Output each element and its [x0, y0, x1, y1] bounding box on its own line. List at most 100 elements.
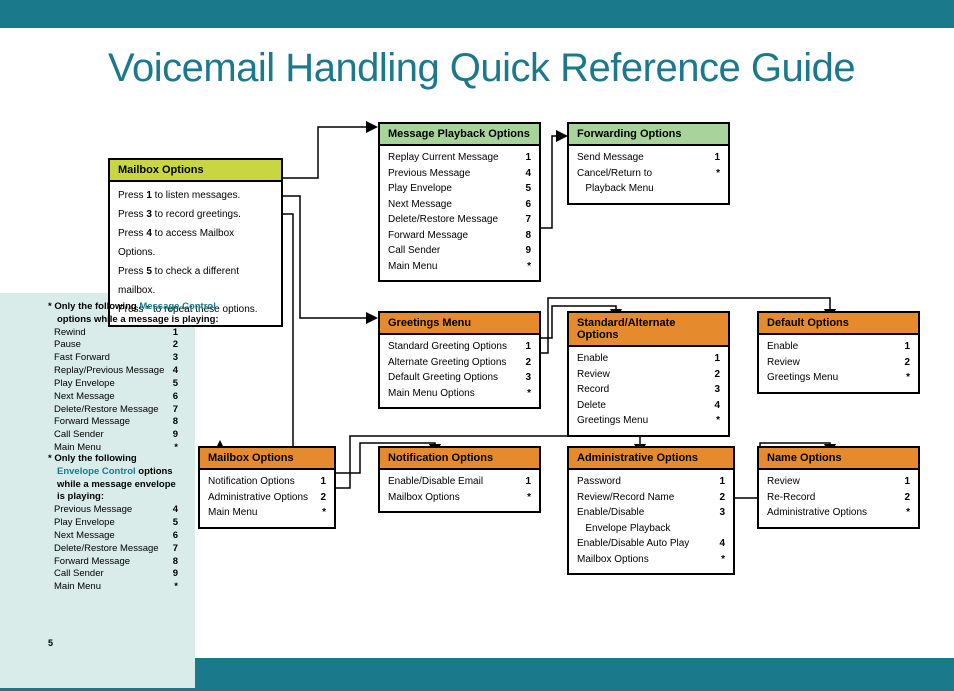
box-header: Greetings Menu [380, 313, 539, 335]
sidebar-subheading: Envelope Control options [48, 466, 178, 479]
box-header: Mailbox Options [200, 448, 334, 470]
option-label: Default Greeting Options [388, 370, 498, 386]
option-label: Pause [54, 339, 81, 352]
option-label: Notification Options [208, 474, 295, 490]
sidebar-list: Rewind1Pause2Fast Forward3Replay/Previou… [48, 327, 219, 455]
option-key: 7 [519, 212, 531, 228]
option-row: Forward Message8 [48, 416, 178, 429]
option-row: Send Message 1 [577, 150, 720, 166]
option-key: 1 [314, 474, 326, 490]
option-key: 8 [173, 556, 178, 569]
option-label: Main Menu Options [388, 386, 475, 402]
box-body: Review1Re-Record2Administrative Options* [759, 470, 918, 527]
option-key: 2 [898, 490, 910, 506]
option-row: Greetings Menu* [577, 413, 720, 429]
option-key: 5 [173, 517, 178, 530]
option-row: Record3 [577, 382, 720, 398]
option-key: 1 [519, 150, 531, 166]
option-row: Delete/Restore Message7 [48, 543, 178, 556]
option-key: * [715, 552, 725, 568]
option-row: Greetings Menu* [767, 370, 910, 386]
box-body: Enable/Disable Email1Mailbox Options* [380, 470, 539, 511]
option-label: Next Message [388, 197, 452, 213]
box-name-options: Name Options Review1Re-Record2Administra… [757, 446, 920, 529]
option-key: 2 [713, 490, 725, 506]
option-row: Enable/Disable Email 1 [388, 474, 531, 490]
instruction-line: Press 1 to listen messages. [118, 186, 273, 205]
option-row: Main Menu Options * [388, 386, 531, 402]
box-body: Notification Options 1 Administrative Opti… [200, 470, 334, 527]
box-header: Forwarding Options [569, 124, 728, 146]
option-key: 1 [898, 474, 910, 490]
option-row: Replay/Previous Message4 [48, 365, 178, 378]
option-key: * [174, 581, 178, 594]
option-key: 7 [173, 404, 178, 417]
option-label: Send Message [577, 150, 644, 166]
asterisk: * [48, 301, 52, 312]
box-body: Enable1Review2Record3Delete4Greetings Me… [569, 347, 728, 435]
sidebar-heading: * Only the following Message Control [48, 301, 219, 314]
sidebar-subheading: while a message envelope [48, 479, 178, 492]
option-label: Replay/Previous Message [54, 365, 164, 378]
option-key: 3 [708, 382, 720, 398]
option-key: * [521, 259, 531, 275]
option-label: Play Envelope [54, 378, 115, 391]
option-label: Password [577, 474, 621, 490]
option-label: Enable/Disable Auto Play [577, 536, 689, 552]
option-key: 4 [519, 166, 531, 182]
box-administrative-options: Administrative Options Password1Review/R… [567, 446, 735, 575]
box-body: Password1Review/Record Name2Enable/Disab… [569, 470, 733, 573]
option-key: 8 [519, 228, 531, 244]
box-header: Standard/Alternate Options [569, 313, 728, 347]
sidebar-subheading: options while a message is playing: [48, 314, 219, 327]
option-key: 4 [708, 398, 720, 414]
option-label: Next Message [54, 530, 115, 543]
option-row: Main Menu* [388, 259, 531, 275]
option-label: Enable/Disable Email [388, 474, 483, 490]
option-key: 2 [708, 367, 720, 383]
option-label: Play Envelope [388, 181, 452, 197]
option-row: Enable/Disable Auto Play 4 [577, 536, 725, 552]
option-key: 2 [519, 355, 531, 371]
option-key: 4 [713, 536, 725, 552]
option-label: Call Sender [54, 568, 104, 581]
option-key: 2 [898, 355, 910, 371]
sidebar-envelope-control: * Only the following Envelope Control op… [48, 453, 178, 594]
option-label: Alternate Greeting Options [388, 355, 506, 371]
option-row: Delete4 [577, 398, 720, 414]
option-key: * [521, 386, 531, 402]
option-key: 1 [708, 351, 720, 367]
option-label: Administrative Options [208, 490, 308, 506]
option-row: Main Menu * [48, 581, 178, 594]
option-label: Review [767, 355, 800, 371]
option-key: 3 [713, 505, 725, 536]
option-key: 3 [519, 370, 531, 386]
box-forwarding-options: Forwarding Options Send Message1Cancel/R… [567, 122, 730, 205]
option-label: Main Menu [208, 505, 257, 521]
option-row: Standard Greeting Options1 [388, 339, 531, 355]
option-label: Main Menu [54, 581, 101, 594]
option-row: Next Message6 [388, 197, 531, 213]
option-label: Mailbox Options [577, 552, 649, 568]
option-row: Previous Message 4 [388, 166, 531, 182]
option-row: Play Envelope5 [48, 517, 178, 530]
option-key: 1 [519, 474, 531, 490]
option-key: 4 [173, 504, 178, 517]
option-label: Previous Message [388, 166, 470, 182]
option-label: Rewind [54, 327, 86, 340]
box-header: Administrative Options [569, 448, 733, 470]
option-label: Administrative Options [767, 505, 867, 521]
option-key: 5 [173, 378, 178, 391]
accent-text: Envelope Control [57, 466, 136, 477]
box-standard-alternate-options: Standard/Alternate Options Enable1Review… [567, 311, 730, 437]
option-row: Enable1 [767, 339, 910, 355]
box-body: Replay Current Message1Previous Message4… [380, 146, 539, 280]
box-body: Enable1Review 2Greetings Menu* [759, 335, 918, 392]
option-key: * [710, 166, 720, 197]
option-key: 1 [708, 150, 720, 166]
option-row: Default Greeting Options 3 [388, 370, 531, 386]
option-row: Call Sender9 [48, 429, 178, 442]
sidebar-message-control: * Only the following Message Control opt… [48, 301, 219, 455]
sidebar-heading: * Only the following [48, 453, 178, 466]
option-row: Alternate Greeting Options 2 [388, 355, 531, 371]
